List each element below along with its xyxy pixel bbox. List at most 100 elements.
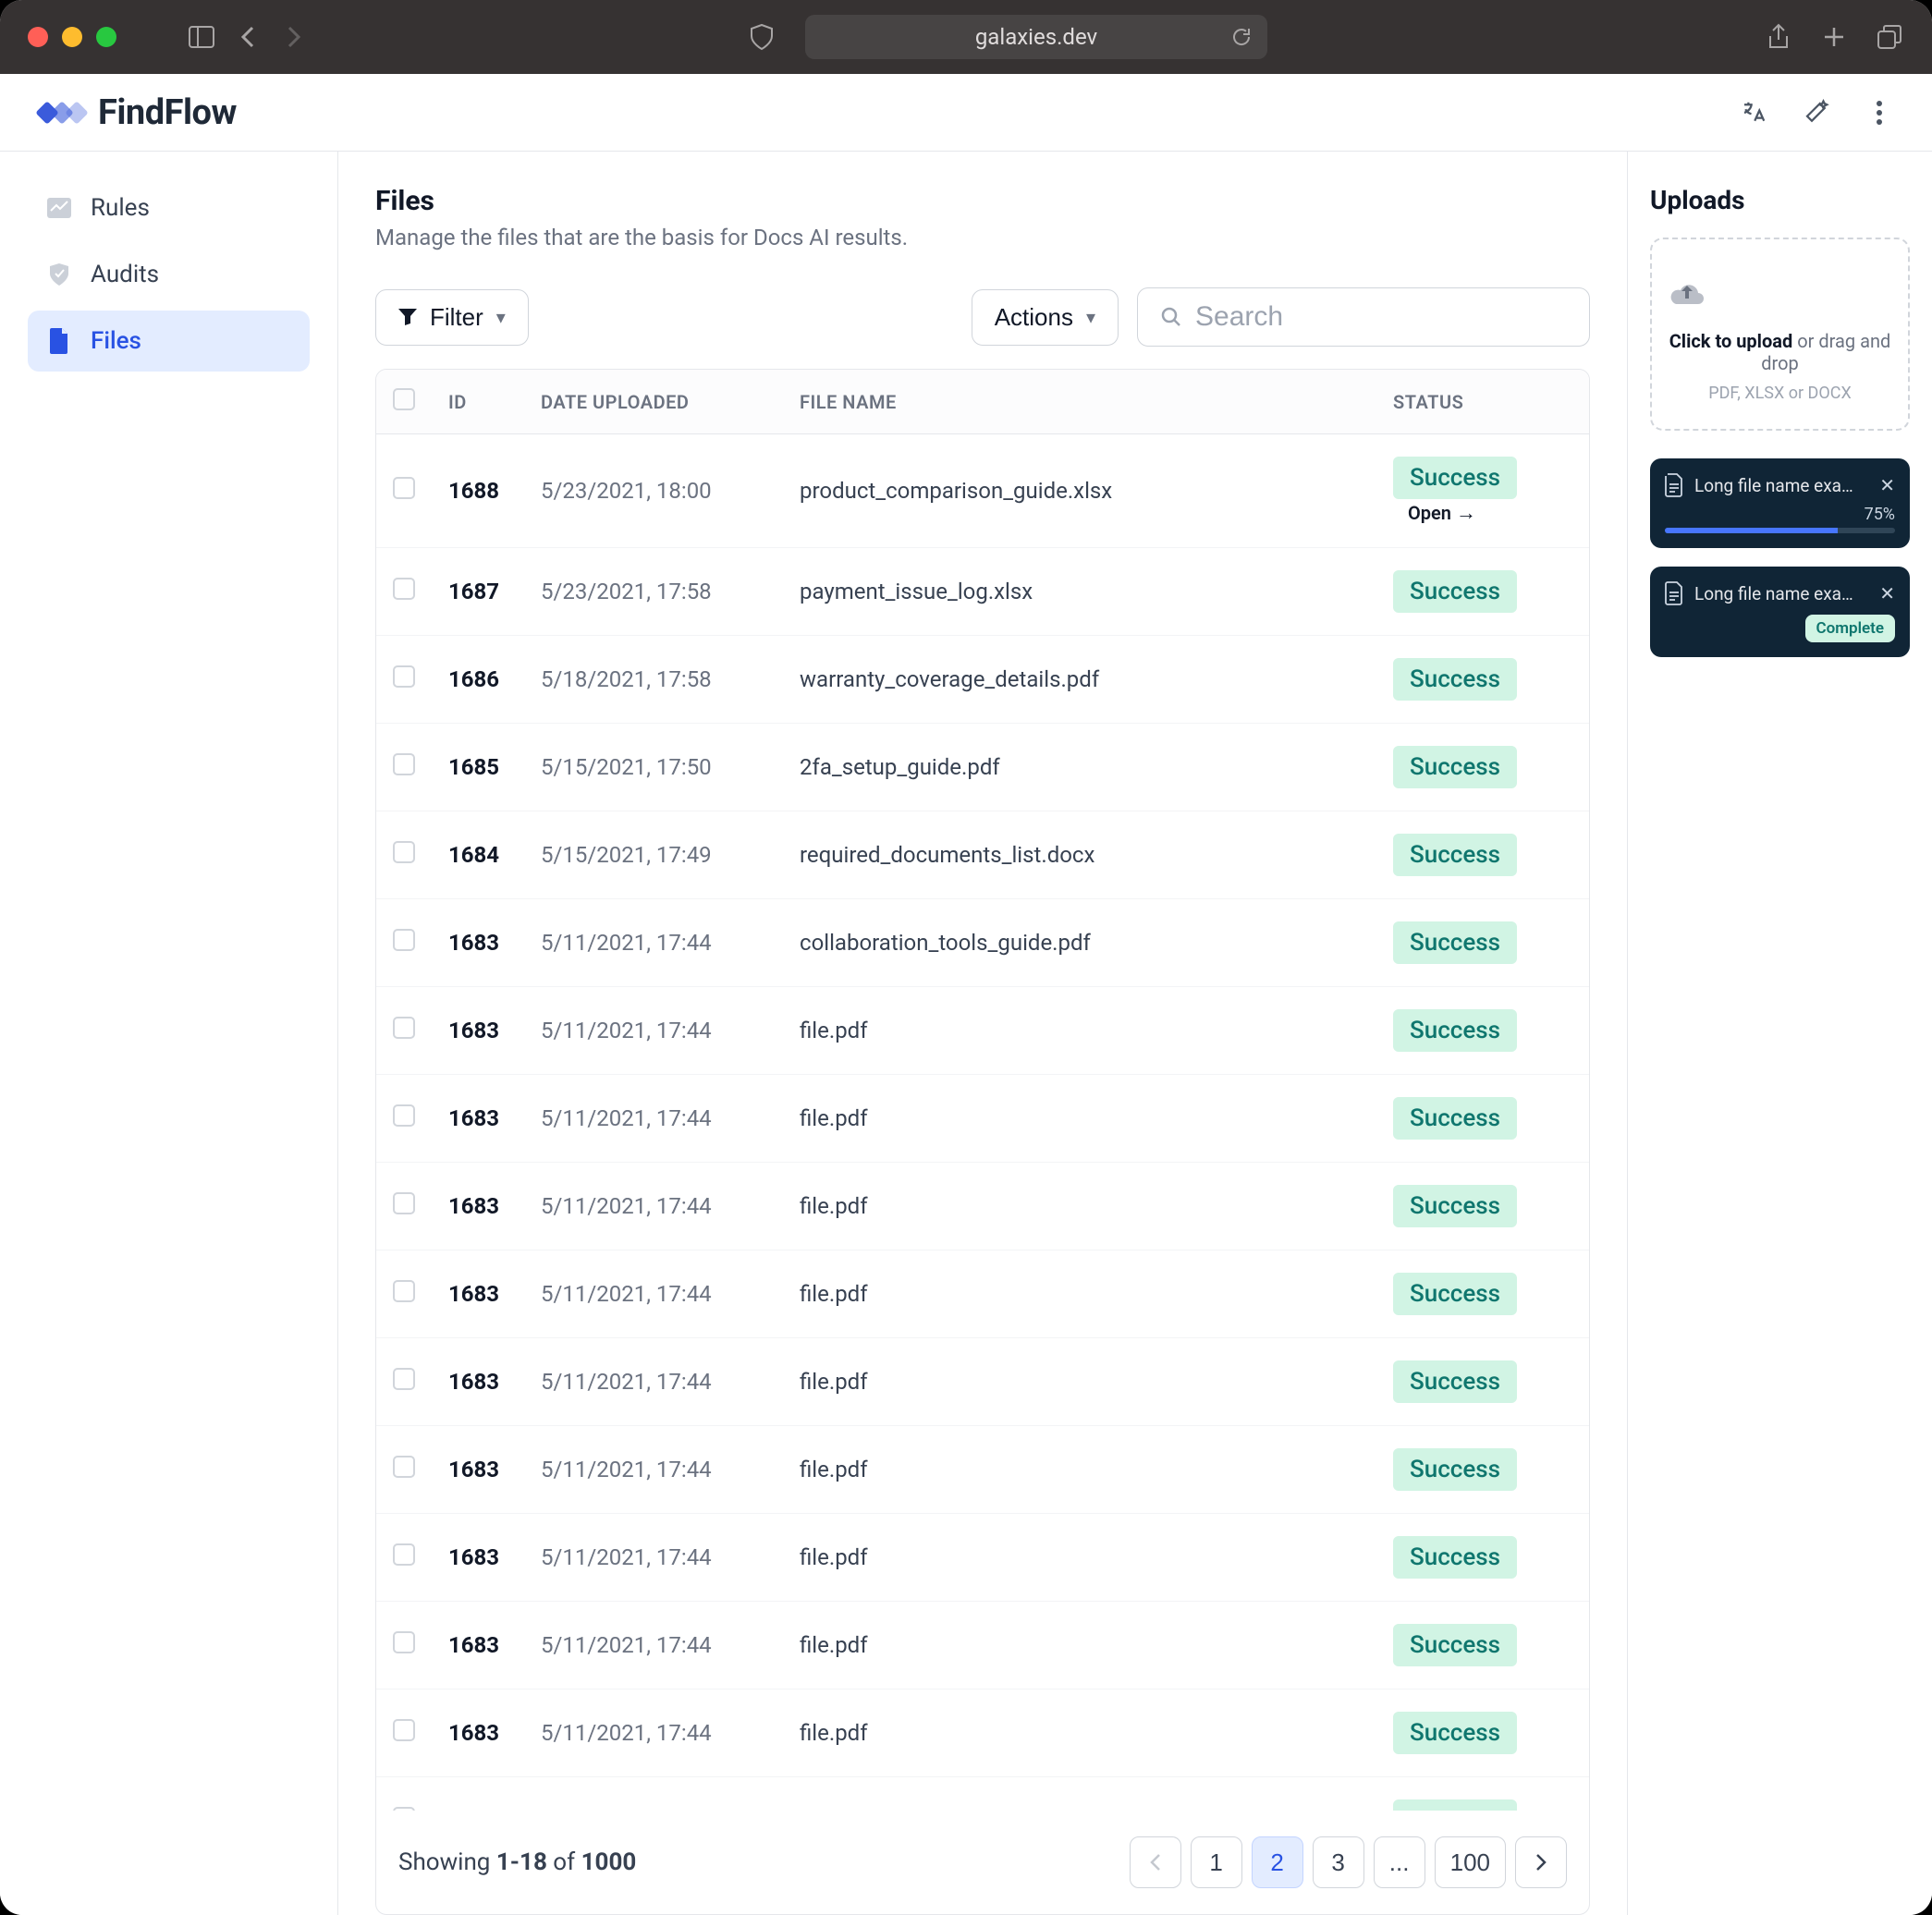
cell-date: 5/11/2021, 17:44 <box>524 1338 783 1426</box>
minimize-window-button[interactable] <box>62 27 82 47</box>
more-menu-icon[interactable] <box>1865 99 1893 127</box>
column-header-date[interactable]: DATE UPLOADED <box>524 370 783 434</box>
filter-label: Filter <box>430 303 483 332</box>
table-row[interactable]: 1685 5/15/2021, 17:50 2fa_setup_guide.pd… <box>376 724 1589 811</box>
status-badge: Success <box>1393 1273 1517 1315</box>
table-row[interactable]: 1683 5/11/2021, 17:44 file.pdf Success <box>376 1777 1589 1811</box>
table-row[interactable]: 1683 5/11/2021, 17:44 file.pdf Success <box>376 1689 1589 1777</box>
cell-id: 1683 <box>432 1163 524 1250</box>
upload-progress-bar <box>1665 528 1895 533</box>
cell-filename: file.pdf <box>783 1514 1376 1602</box>
row-checkbox[interactable] <box>393 1104 415 1127</box>
table-row[interactable]: 1683 5/11/2021, 17:44 file.pdf Success <box>376 1602 1589 1689</box>
translate-icon[interactable] <box>1740 99 1767 127</box>
document-icon <box>1665 473 1683 497</box>
search-input[interactable] <box>1195 301 1567 333</box>
row-checkbox[interactable] <box>393 477 415 499</box>
toolbar: Filter ▾ Actions ▾ <box>375 287 1590 347</box>
close-icon[interactable]: ✕ <box>1879 582 1895 604</box>
table-row[interactable]: 1683 5/11/2021, 17:44 file.pdf Success <box>376 1514 1589 1602</box>
row-checkbox[interactable] <box>393 1631 415 1653</box>
column-header-id[interactable]: ID <box>432 370 524 434</box>
table-row[interactable]: 1688 5/23/2021, 18:00 product_comparison… <box>376 434 1589 548</box>
close-icon[interactable]: ✕ <box>1879 474 1895 496</box>
sidebar-toggle-icon[interactable] <box>187 22 216 52</box>
main-content: Files Manage the files that are the basi… <box>338 152 1627 1915</box>
cell-date: 5/11/2021, 17:44 <box>524 1602 783 1689</box>
select-all-checkbox[interactable] <box>393 388 415 410</box>
status-badge: Success <box>1393 1097 1517 1140</box>
row-checkbox[interactable] <box>393 1192 415 1214</box>
cell-id: 1683 <box>432 1250 524 1338</box>
table-row[interactable]: 1687 5/23/2021, 17:58 payment_issue_log.… <box>376 548 1589 636</box>
privacy-shield-icon[interactable] <box>750 23 774 51</box>
row-checkbox[interactable] <box>393 1017 415 1039</box>
table-row[interactable]: 1683 5/11/2021, 17:44 collaboration_tool… <box>376 899 1589 987</box>
row-checkbox[interactable] <box>393 578 415 600</box>
cell-id: 1683 <box>432 1689 524 1777</box>
upload-dropzone[interactable]: Click to upload or drag and drop PDF, XL… <box>1650 238 1910 431</box>
page-button-100[interactable]: 100 <box>1435 1836 1506 1888</box>
reload-icon[interactable] <box>1230 26 1253 48</box>
row-checkbox[interactable] <box>393 841 415 863</box>
upload-complete-badge: Complete <box>1805 615 1896 642</box>
share-icon[interactable] <box>1764 22 1793 52</box>
table-row[interactable]: 1686 5/18/2021, 17:58 warranty_coverage_… <box>376 636 1589 724</box>
sidebar-item-rules[interactable]: Rules <box>28 177 310 238</box>
search-box[interactable] <box>1137 287 1590 347</box>
cell-filename: file.pdf <box>783 1338 1376 1426</box>
upload-file-name: Long file name example.pdf <box>1694 583 1868 604</box>
cell-filename: 2fa_setup_guide.pdf <box>783 724 1376 811</box>
status-badge: Success <box>1393 1536 1517 1579</box>
cell-id: 1686 <box>432 636 524 724</box>
table-row[interactable]: 1683 5/11/2021, 17:44 file.pdf Success <box>376 1426 1589 1514</box>
status-badge: Success <box>1393 1360 1517 1403</box>
logo[interactable]: FindFlow <box>39 92 237 133</box>
row-checkbox[interactable] <box>393 1719 415 1741</box>
row-checkbox[interactable] <box>393 1368 415 1390</box>
row-checkbox[interactable] <box>393 929 415 951</box>
filter-button[interactable]: Filter ▾ <box>375 289 529 346</box>
status-badge: Success <box>1393 1799 1517 1811</box>
next-page-button[interactable] <box>1515 1836 1567 1888</box>
row-checkbox[interactable] <box>393 665 415 688</box>
row-checkbox[interactable] <box>393 1456 415 1478</box>
row-checkbox[interactable] <box>393 753 415 775</box>
table-row[interactable]: 1683 5/11/2021, 17:44 file.pdf Success <box>376 1250 1589 1338</box>
actions-button[interactable]: Actions ▾ <box>972 289 1119 346</box>
cell-date: 5/11/2021, 17:44 <box>524 1777 783 1811</box>
sidebar-item-audits[interactable]: Audits <box>28 244 310 305</box>
back-button[interactable] <box>233 22 263 52</box>
forward-button[interactable] <box>279 22 309 52</box>
prev-page-button[interactable] <box>1130 1836 1181 1888</box>
actions-label: Actions <box>995 303 1073 332</box>
table-row[interactable]: 1683 5/11/2021, 17:44 file.pdf Success <box>376 987 1589 1075</box>
row-checkbox[interactable] <box>393 1280 415 1302</box>
table-row[interactable]: 1683 5/11/2021, 17:44 file.pdf Success <box>376 1163 1589 1250</box>
tabs-icon[interactable] <box>1875 22 1904 52</box>
chart-icon <box>46 195 72 221</box>
column-header-name[interactable]: FILE NAME <box>783 370 1376 434</box>
table-row[interactable]: 1683 5/11/2021, 17:44 file.pdf Success <box>376 1338 1589 1426</box>
new-tab-icon[interactable] <box>1819 22 1849 52</box>
page-button-1[interactable]: 1 <box>1191 1836 1242 1888</box>
page-button-3[interactable]: 3 <box>1313 1836 1364 1888</box>
open-link[interactable]: Open → <box>1408 502 1476 524</box>
column-header-status[interactable]: STATUS <box>1376 370 1589 434</box>
page-button-2[interactable]: 2 <box>1252 1836 1303 1888</box>
url-bar[interactable]: galaxies.dev <box>805 15 1268 59</box>
maximize-window-button[interactable] <box>96 27 116 47</box>
cell-date: 5/15/2021, 17:49 <box>524 811 783 899</box>
cell-id: 1683 <box>432 1777 524 1811</box>
table-row[interactable]: 1683 5/11/2021, 17:44 file.pdf Success <box>376 1075 1589 1163</box>
close-window-button[interactable] <box>28 27 48 47</box>
magic-wand-icon[interactable] <box>1803 99 1830 127</box>
status-badge: Success <box>1393 1009 1517 1052</box>
upload-item-progress: Long file name example.pdf ✕ 75% <box>1650 458 1910 548</box>
upload-icon <box>1667 276 1893 313</box>
upload-percent: 75% <box>1665 505 1895 524</box>
cell-date: 5/11/2021, 17:44 <box>524 1514 783 1602</box>
sidebar-item-files[interactable]: Files <box>28 311 310 372</box>
table-row[interactable]: 1684 5/15/2021, 17:49 required_documents… <box>376 811 1589 899</box>
row-checkbox[interactable] <box>393 1543 415 1566</box>
